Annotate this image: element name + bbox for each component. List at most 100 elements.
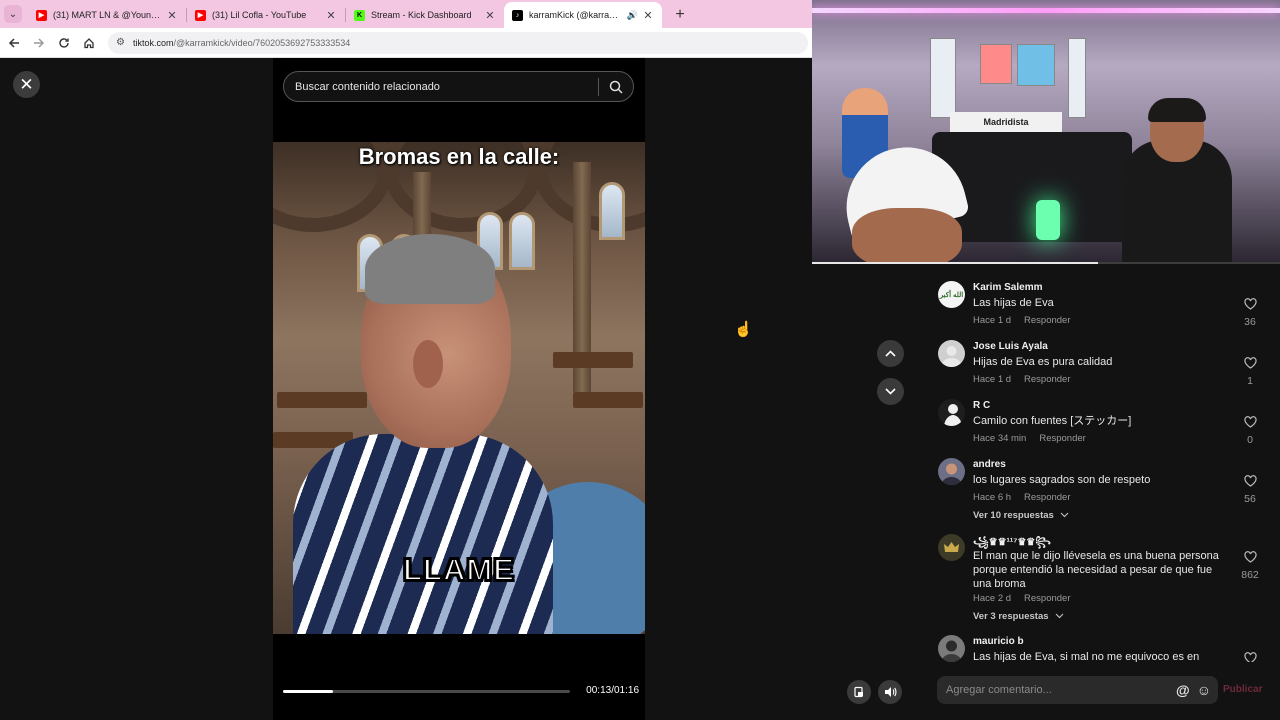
avatar[interactable] <box>938 635 965 662</box>
search-button[interactable] <box>599 80 633 94</box>
heart-icon <box>1243 475 1257 487</box>
close-video-button[interactable]: ✕ <box>13 71 40 98</box>
comment-text: Camilo con fuentes [ステッカー] <box>973 415 1132 427</box>
forward-button[interactable] <box>28 32 50 54</box>
related-search-input[interactable]: Buscar contenido relacionado <box>283 71 634 102</box>
tab-youtube-cofla[interactable]: ▶ (31) Lil Cofla - YouTube ✕ <box>187 2 345 28</box>
arrow-left-icon <box>8 37 19 48</box>
video-progress-fill <box>283 690 333 693</box>
site-info-icon[interactable]: ⚙ <box>116 37 125 48</box>
like-button[interactable]: 1 <box>1232 356 1268 387</box>
reply-button[interactable]: Responder <box>1024 315 1070 326</box>
comment-age: Hace 6 h <box>973 492 1012 503</box>
like-button[interactable]: 0 <box>1232 415 1268 446</box>
video-overlay-title: Bromas en la calle: <box>358 144 560 169</box>
previous-video-button[interactable] <box>877 340 904 367</box>
close-icon: ✕ <box>19 74 34 94</box>
like-button[interactable]: 36 <box>1232 297 1268 328</box>
chevron-down-icon <box>1055 613 1064 619</box>
avatar[interactable]: الله أكبر <box>938 281 965 308</box>
view-replies-label: Ver 3 respuestas <box>973 611 1049 622</box>
chevron-up-icon <box>885 350 896 357</box>
like-button[interactable]: 862 <box>1232 550 1268 581</box>
tab-kick-dashboard[interactable]: K Stream - Kick Dashboard ✕ <box>346 2 504 28</box>
comment-composer: Agregar comentario... @ ☺ Publicar <box>918 662 1280 720</box>
avatar[interactable] <box>938 340 965 367</box>
mention-icon[interactable]: @ <box>1176 682 1190 698</box>
view-replies-button[interactable]: Ver 3 respuestas <box>973 611 1064 622</box>
comment-meta: Hace 2 d Responder <box>973 593 1071 604</box>
tab-search-dropdown-icon[interactable]: ⌄ <box>4 5 22 23</box>
silhouette-avatar-icon <box>944 404 962 426</box>
green-lamp <box>1036 200 1060 240</box>
man-hair <box>365 234 495 304</box>
back-button[interactable] <box>3 32 25 54</box>
comment-username[interactable]: Jose Luis Ayala <box>973 341 1048 352</box>
church-window <box>509 212 535 270</box>
wall-poster <box>1017 44 1055 86</box>
home-button[interactable] <box>78 32 100 54</box>
photo-avatar-icon <box>941 640 962 662</box>
comment-username[interactable]: andres <box>973 459 1006 470</box>
emoji-icon[interactable]: ☺ <box>1197 682 1211 698</box>
reply-button[interactable]: Responder <box>1024 492 1070 503</box>
comment-username[interactable]: Karim Salemm <box>973 282 1042 293</box>
like-button[interactable]: 56 <box>1232 474 1268 505</box>
reload-icon <box>59 37 69 48</box>
church-pew <box>553 352 633 368</box>
miniplayer-button[interactable] <box>847 680 871 704</box>
tab-title: Stream - Kick Dashboard <box>371 10 472 20</box>
tab-audio-icon[interactable]: 🔊 <box>627 10 638 21</box>
chevron-down-icon <box>885 388 896 395</box>
video-frame[interactable]: Bromas en la calle: LLAME <box>273 142 645 634</box>
comment-age: Hace 2 d <box>973 593 1012 604</box>
avatar[interactable] <box>938 399 965 426</box>
tab-youtube-mart[interactable]: ▶ (31) MART LN & @YoungFatty ✕ <box>28 2 186 28</box>
reply-button[interactable]: Responder <box>1039 433 1085 444</box>
avatar[interactable] <box>938 458 965 485</box>
tab-title: (31) Lil Cofla - YouTube <box>212 10 307 20</box>
publish-button[interactable]: Publicar <box>1223 684 1262 695</box>
next-video-button[interactable] <box>877 378 904 405</box>
address-toolbar: ⚙ tiktok.com/@karramkick/video/760205369… <box>0 28 812 58</box>
close-tab-icon[interactable]: ✕ <box>642 9 654 22</box>
volume-button[interactable] <box>878 680 902 704</box>
avatar[interactable] <box>938 534 965 561</box>
wall-poster <box>930 38 956 118</box>
reply-button[interactable]: Responder <box>1024 593 1070 604</box>
like-button[interactable] <box>1232 651 1268 662</box>
add-comment-input[interactable]: Agregar comentario... @ ☺ <box>937 676 1218 704</box>
close-tab-icon[interactable]: ✕ <box>484 9 496 22</box>
comment-age: Hace 1 d <box>973 315 1012 326</box>
close-tab-icon[interactable]: ✕ <box>325 9 337 22</box>
comment-username[interactable]: R C <box>973 400 990 411</box>
tiktok-viewer: ✕ Buscar contenido relacionado Bromas en… <box>0 58 918 720</box>
like-count: 0 <box>1247 434 1253 446</box>
photo-avatar-icon <box>941 463 962 485</box>
comment-text: los lugares sagrados son de respeto <box>973 474 1151 486</box>
tab-tiktok-karramkick[interactable]: ♪ karramKick (@karramkick) | 🔊 ✕ <box>504 2 662 28</box>
tab-title: karramKick (@karramkick) | <box>529 10 624 20</box>
video-time: 00:13/01:16 <box>586 685 639 696</box>
close-tab-icon[interactable]: ✕ <box>166 9 178 22</box>
view-replies-button[interactable]: Ver 10 respuestas <box>973 510 1069 521</box>
church-pew <box>277 392 367 408</box>
reply-button[interactable]: Responder <box>1024 374 1070 385</box>
youtube-icon: ▶ <box>36 9 47 21</box>
streamer-face <box>852 208 962 264</box>
comment-item: R C Camilo con fuentes [ステッカー] Hace 34 m… <box>938 399 1278 449</box>
like-count: 56 <box>1244 493 1256 505</box>
new-tab-button[interactable]: + <box>670 5 690 25</box>
pip-icon <box>854 686 863 698</box>
man-ear <box>413 340 443 388</box>
church-pew <box>573 392 643 408</box>
comment-item: Jose Luis Ayala Hijas de Eva es pura cal… <box>938 340 1278 390</box>
video-progress-bar[interactable] <box>283 690 570 693</box>
man-shirt <box>293 434 553 634</box>
volume-icon <box>884 687 896 697</box>
comment-username[interactable]: mauricio b <box>973 636 1024 647</box>
tiktok-icon: ♪ <box>512 9 523 21</box>
webcam-overlay: Madridista <box>812 0 1280 264</box>
reload-button[interactable] <box>53 32 75 54</box>
address-bar[interactable]: ⚙ tiktok.com/@karramkick/video/760205369… <box>108 31 808 54</box>
